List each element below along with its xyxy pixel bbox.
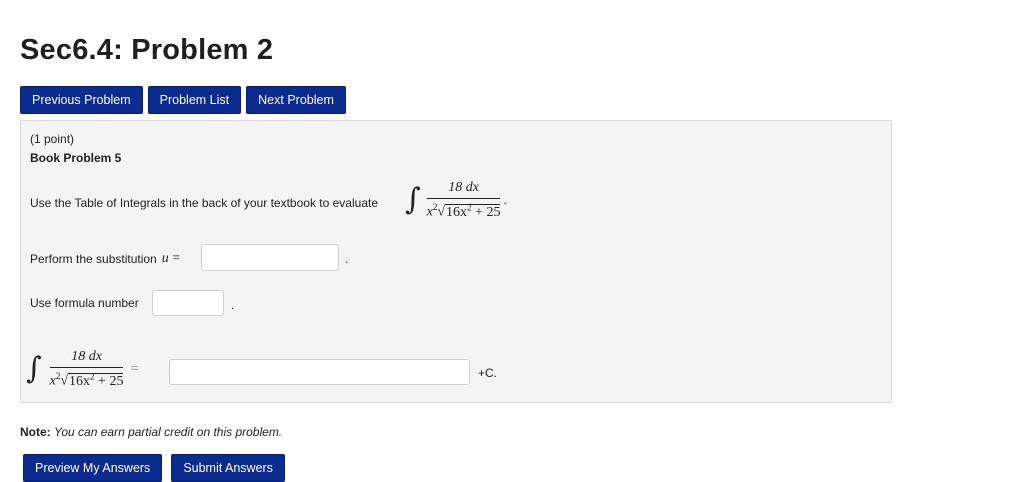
problem-panel: (1 point) Book Problem 5 Use the Table o… <box>20 120 892 403</box>
problem-points: (1 point) <box>30 132 75 146</box>
answer-integral-expression: ∫ 18 dx x2√16x2 + 25 = <box>26 349 139 390</box>
page-title: Sec6.4: Problem 2 <box>20 34 274 66</box>
substitution-row: Perform the substitution u = <box>30 251 180 267</box>
answer-constant: +C. <box>478 366 498 380</box>
answer-integral-sign: ∫ <box>26 351 42 387</box>
formula-label: Use formula number <box>30 296 139 310</box>
substitution-period: . <box>345 252 349 266</box>
note-label: Note: <box>20 425 51 439</box>
problem-navigation: Previous Problem Problem List Next Probl… <box>20 86 346 114</box>
previous-problem-button[interactable]: Previous Problem <box>20 86 143 114</box>
formula-number-input[interactable] <box>152 290 224 316</box>
answer-input[interactable] <box>169 359 470 385</box>
answer-integral-fraction: 18 dx x2√16x2 + 25 <box>49 349 124 389</box>
problem-heading: Book Problem 5 <box>30 151 122 165</box>
integral-denominator: x2√16x2 + 25 <box>426 198 501 221</box>
answer-actions: Preview My Answers Submit Answers <box>23 454 285 482</box>
substitution-variable: u = <box>161 251 181 266</box>
note-text: You can earn partial credit on this prob… <box>54 425 283 439</box>
answer-equals: = <box>130 360 139 377</box>
problem-prompt: Use the Table of Integrals in the back o… <box>30 196 378 210</box>
integral-expression: ∫ 18 dx x2√16x2 + 25 . <box>405 180 507 221</box>
submit-answers-button[interactable]: Submit Answers <box>171 454 285 482</box>
formula-period: . <box>231 298 235 312</box>
integral-numerator: 18 dx <box>448 180 479 195</box>
integral-period: . <box>503 192 507 208</box>
next-problem-button[interactable]: Next Problem <box>246 86 346 114</box>
substitution-label: Perform the substitution <box>30 252 157 266</box>
integral-fraction: 18 dx x2√16x2 + 25 <box>426 180 501 221</box>
problem-list-button[interactable]: Problem List <box>147 86 242 114</box>
integral-sign: ∫ <box>405 182 421 218</box>
substitution-input[interactable] <box>201 244 339 271</box>
partial-credit-note: Note: You can earn partial credit on thi… <box>20 425 282 439</box>
preview-answers-button[interactable]: Preview My Answers <box>23 454 163 482</box>
